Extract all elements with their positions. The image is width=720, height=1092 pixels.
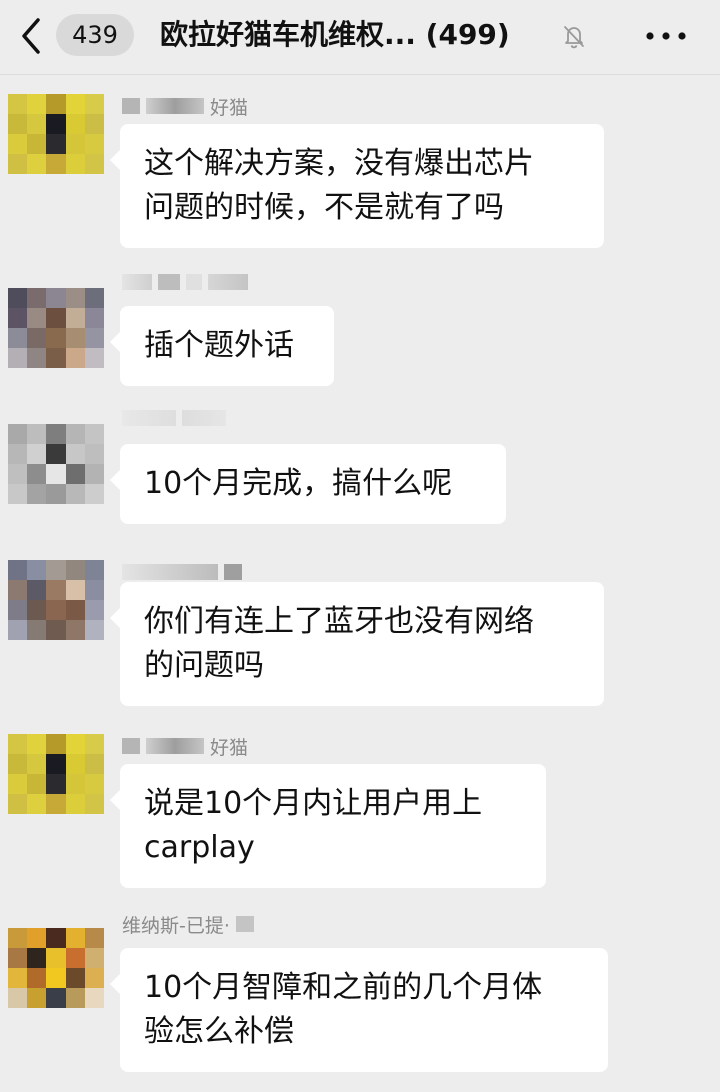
message-bubble[interactable]: 插个题外话 <box>110 306 334 386</box>
chat-header: 439 欧拉好猫车机维权... (499) <box>0 0 720 75</box>
avatar[interactable] <box>8 424 104 504</box>
avatar[interactable] <box>8 94 104 174</box>
blurred-name <box>146 98 204 114</box>
sender-name-row: 好猫 <box>122 734 249 759</box>
bell-off-icon <box>560 22 588 50</box>
avatar[interactable] <box>8 560 104 640</box>
sender-name-row <box>122 560 248 584</box>
sender-name-row: 好猫 <box>122 94 249 119</box>
chat-title[interactable]: 欧拉好猫车机维权... (499) <box>160 12 510 58</box>
blurred-name <box>122 738 140 754</box>
sender-name: 维纳斯-已提· <box>122 914 230 937</box>
chevron-left-icon <box>22 18 40 54</box>
blurred-name <box>235 916 254 932</box>
more-dots-icon <box>646 32 686 40</box>
blurred-name <box>208 274 248 290</box>
blurred-name <box>122 410 176 426</box>
avatar[interactable] <box>8 928 104 1008</box>
message-bubble[interactable]: 10个月智障和之前的几个月体 验怎么补偿 <box>110 948 608 1072</box>
blurred-name <box>186 274 202 290</box>
unread-count-badge[interactable]: 439 <box>56 14 134 56</box>
blurred-name <box>122 564 218 580</box>
blurred-name <box>182 410 226 426</box>
avatar[interactable] <box>8 288 104 368</box>
avatar[interactable] <box>8 734 104 814</box>
message-bubble[interactable]: 你们有连上了蓝牙也没有网络 的问题吗 <box>110 582 604 706</box>
blurred-name <box>122 274 152 290</box>
blurred-name <box>146 738 204 754</box>
message-bubble[interactable]: 说是10个月内让用户用上 carplay <box>110 764 546 888</box>
message-bubble[interactable]: 10个月完成，搞什么呢 <box>110 444 506 524</box>
blurred-name <box>224 564 242 580</box>
more-button[interactable] <box>640 18 692 54</box>
sender-name-row: 维纳斯-已提· <box>122 912 254 937</box>
sender-name: 好猫 <box>210 736 249 759</box>
sender-name-row <box>122 406 232 430</box>
back-button[interactable] <box>14 14 50 58</box>
sender-name: 好猫 <box>210 96 249 119</box>
sender-name-row <box>122 270 254 294</box>
blurred-name <box>158 274 180 290</box>
message-bubble[interactable]: 这个解决方案，没有爆出芯片 问题的时候，不是就有了吗 <box>110 124 604 248</box>
blurred-name <box>122 98 140 114</box>
